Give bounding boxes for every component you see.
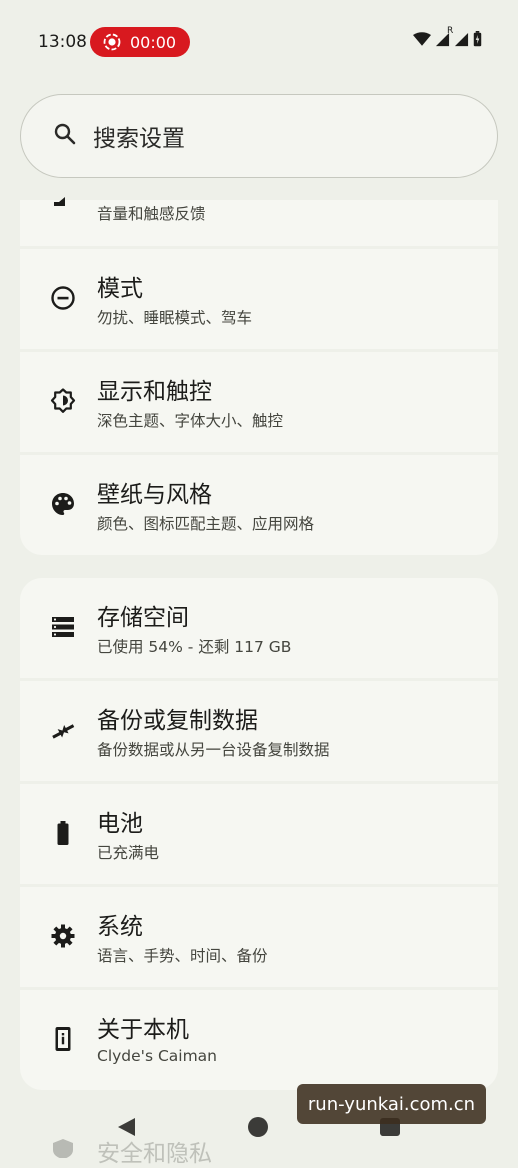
settings-item-storage[interactable]: 存储空间 已使用 54% - 还剩 117 GB	[20, 578, 498, 678]
status-clock: 13:08	[38, 32, 87, 52]
settings-item-sound-subtitle: 音量和触感反馈	[97, 205, 206, 223]
about-phone-icon	[50, 1026, 76, 1052]
settings-item-modes-subtitle: 勿扰、睡眠模式、驾车	[97, 309, 253, 327]
settings-item-modes[interactable]: 模式 勿扰、睡眠模式、驾车	[20, 249, 498, 349]
settings-item-wallpaper[interactable]: 壁纸与风格 颜色、图标匹配主题、应用网格	[20, 455, 498, 555]
search-input[interactable]: 搜索设置	[20, 94, 498, 178]
display-brightness-icon	[50, 388, 76, 414]
settings-item-modes-title: 模式	[97, 276, 143, 302]
settings-item-storage-title: 存储空间	[97, 605, 189, 631]
settings-item-backup-title: 备份或复制数据	[97, 708, 258, 734]
settings-item-about[interactable]: 关于本机 Clyde's Caiman	[20, 990, 498, 1090]
security-icon	[50, 1138, 76, 1159]
settings-item-wallpaper-subtitle: 颜色、图标匹配主题、应用网格	[97, 515, 315, 533]
screen-record-chip[interactable]: 00:00	[90, 27, 190, 57]
settings-item-system-subtitle: 语言、手势、时间、备份	[97, 947, 268, 965]
settings-item-sound[interactable]: 音量和触感反馈	[20, 197, 498, 246]
settings-item-display[interactable]: 显示和触控 深色主题、字体大小、触控	[20, 352, 498, 452]
palette-icon	[50, 491, 76, 517]
search-icon	[53, 122, 77, 150]
screen-record-icon	[102, 32, 122, 52]
gear-icon	[50, 923, 76, 949]
sound-icon	[50, 192, 76, 206]
settings-item-about-title: 关于本机	[97, 1017, 189, 1043]
settings-item-backup-subtitle: 备份数据或从另一台设备复制数据	[97, 741, 330, 759]
back-icon[interactable]	[115, 1116, 137, 1138]
settings-item-storage-subtitle: 已使用 54% - 还剩 117 GB	[97, 638, 292, 656]
settings-item-battery-title: 电池	[97, 811, 143, 837]
settings-item-display-subtitle: 深色主题、字体大小、触控	[97, 412, 284, 430]
storage-icon	[50, 614, 76, 640]
battery-icon	[473, 31, 482, 47]
settings-item-system[interactable]: 系统 语言、手势、时间、备份	[20, 887, 498, 987]
settings-item-display-title: 显示和触控	[97, 379, 212, 405]
home-icon[interactable]	[248, 1117, 268, 1137]
settings-item-wallpaper-title: 壁纸与风格	[97, 482, 212, 508]
search-placeholder: 搜索设置	[93, 126, 185, 152]
settings-item-about-subtitle: Clyde's Caiman	[97, 1047, 217, 1065]
wifi-icon	[413, 31, 431, 47]
status-bar: 13:08 00:00 R	[0, 0, 518, 84]
roaming-signal-icon: R	[447, 26, 469, 47]
backup-transfer-icon	[50, 717, 76, 743]
settings-item-system-title: 系统	[97, 914, 143, 940]
battery-full-icon	[50, 820, 76, 846]
recording-timer: 00:00	[130, 32, 177, 52]
roaming-indicator: R	[447, 25, 454, 36]
settings-item-battery-subtitle: 已充满电	[97, 844, 160, 862]
settings-item-security-title: 安全和隐私	[97, 1141, 212, 1167]
modes-icon	[50, 285, 76, 311]
settings-item-battery[interactable]: 电池 已充满电	[20, 784, 498, 884]
settings-item-backup[interactable]: 备份或复制数据 备份数据或从另一台设备复制数据	[20, 681, 498, 781]
watermark: run-yunkai.com.cn	[297, 1084, 486, 1124]
